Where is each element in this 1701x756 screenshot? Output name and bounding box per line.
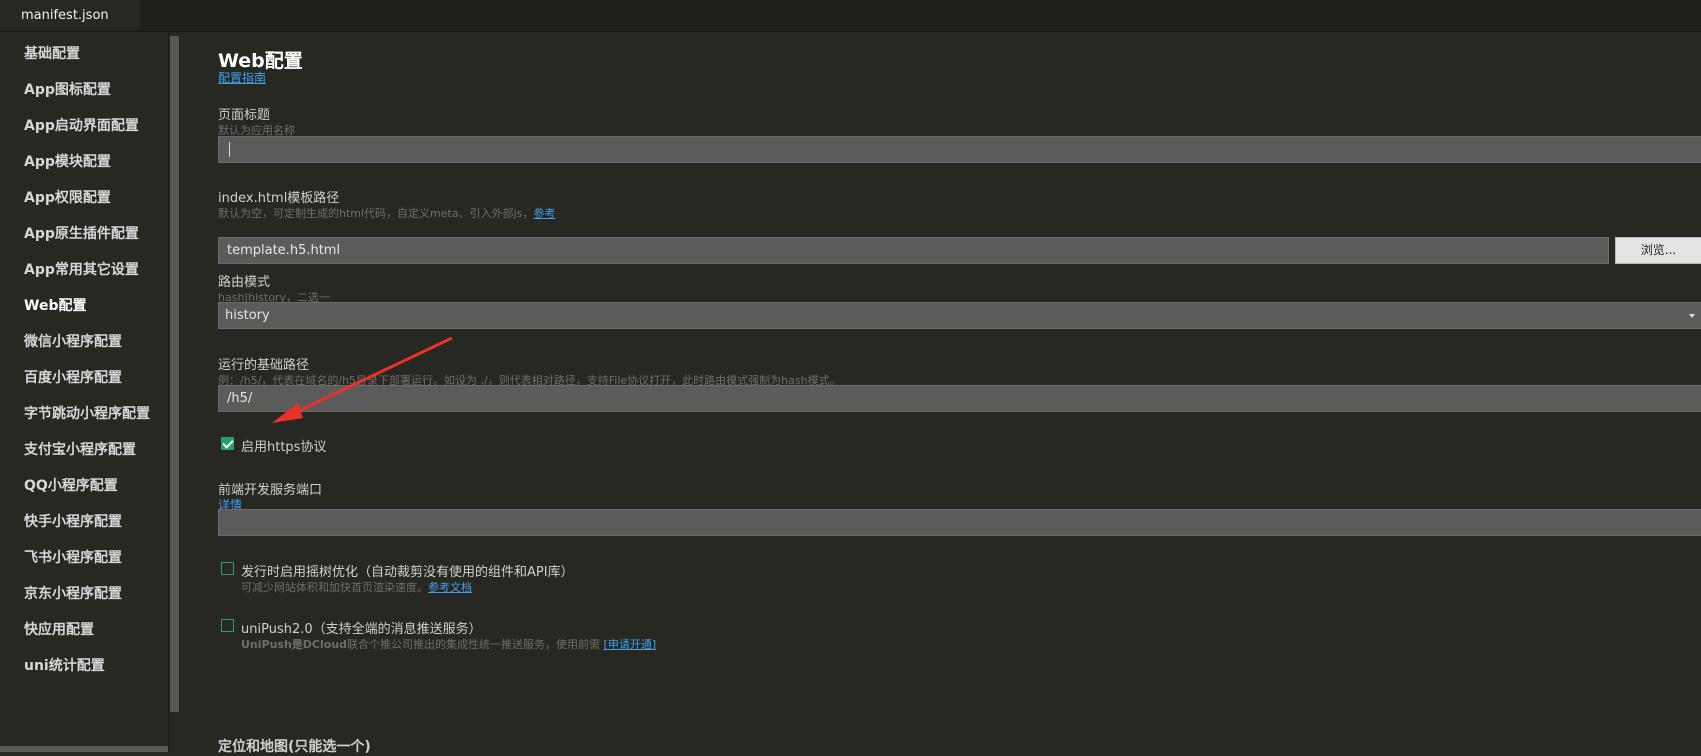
template-hint: 默认为空，可定制生成的html代码，自定义meta、引入外部js，参考 [218,207,556,220]
base-path-label: 运行的基础路径 [218,358,310,373]
https-label: 启用https协议 [241,440,327,455]
tab-manifest-json[interactable]: manifest.json [0,0,140,31]
unipush-hint: UniPush是DCloud联合个推公司推出的集成性统一推送服务，使用前需 [申… [241,638,657,651]
tree-shaking-label: 发行时启用摇树优化（自动裁剪没有使用的组件和API库） [241,565,574,580]
sidebar-item-qq[interactable]: QQ小程序配置 [24,475,118,495]
unipush-apply-link[interactable]: [申请开通] [604,638,657,651]
sidebar-item-app-icon[interactable]: App图标配置 [24,79,111,99]
unipush-checkbox[interactable] [221,619,234,632]
sidebar-item-app-native-plugins[interactable]: App原生插件配置 [24,223,139,243]
template-label: index.html模板路径 [218,191,340,206]
sidebar-item-feishu[interactable]: 飞书小程序配置 [24,547,122,567]
sidebar-item-basic[interactable]: 基础配置 [24,43,80,63]
sidebar-scrollbar-thumb[interactable] [170,36,179,712]
sidebar-item-uni-stat[interactable]: uni统计配置 [24,655,105,675]
text-caret [229,142,230,157]
tree-shaking-hint: 可减少网站体积和加快首页渲染速度。参考文档 [241,581,472,594]
router-mode-select[interactable]: history [218,302,1701,329]
base-path-input[interactable]: /h5/ [218,385,1701,412]
sidebar-bottom-scrollbar[interactable] [0,746,168,752]
sidebar-item-baidu[interactable]: 百度小程序配置 [24,367,122,387]
config-guide-link[interactable]: 配置指南 [218,69,266,86]
sidebar: 基础配置 App图标配置 App启动界面配置 App模块配置 App权限配置 A… [0,32,169,752]
sidebar-item-app-modules[interactable]: App模块配置 [24,151,111,171]
router-mode-label: 路由模式 [218,275,271,290]
sidebar-item-app-other[interactable]: App常用其它设置 [24,259,139,279]
sidebar-item-alipay[interactable]: 支付宝小程序配置 [24,439,136,459]
map-section-heading: 定位和地图(只能选一个) [218,739,371,755]
template-reference-link[interactable]: 参考 [533,207,555,220]
sidebar-item-jd[interactable]: 京东小程序配置 [24,583,122,603]
browse-button[interactable]: 浏览... [1615,237,1701,264]
unipush-label: uniPush2.0（支持全端的消息推送服务） [241,622,482,637]
sidebar-item-wechat[interactable]: 微信小程序配置 [24,331,122,351]
page-title-input[interactable] [218,136,1701,163]
sidebar-item-bytedance[interactable]: 字节跳动小程序配置 [24,403,150,423]
tree-shaking-docs-link[interactable]: 参考文档 [428,581,472,594]
sidebar-item-web[interactable]: Web配置 [24,295,86,315]
tree-shaking-checkbox[interactable] [221,562,234,575]
sidebar-item-quickapp[interactable]: 快应用配置 [24,619,94,639]
dev-port-input[interactable] [218,509,1701,536]
chevron-down-icon [1689,314,1695,318]
template-path-input[interactable]: template.h5.html [218,237,1609,264]
main-panel: Web配置 配置指南 页面标题 默认为应用名称 index.html模板路径 默… [181,32,1701,755]
sidebar-item-kuaishou[interactable]: 快手小程序配置 [24,511,122,531]
sidebar-item-app-permissions[interactable]: App权限配置 [24,187,111,207]
https-checkbox[interactable] [221,437,234,450]
page-title-label: 页面标题 [218,108,271,123]
tab-bar: manifest.json [0,0,1701,32]
sidebar-item-app-splash[interactable]: App启动界面配置 [24,115,139,135]
